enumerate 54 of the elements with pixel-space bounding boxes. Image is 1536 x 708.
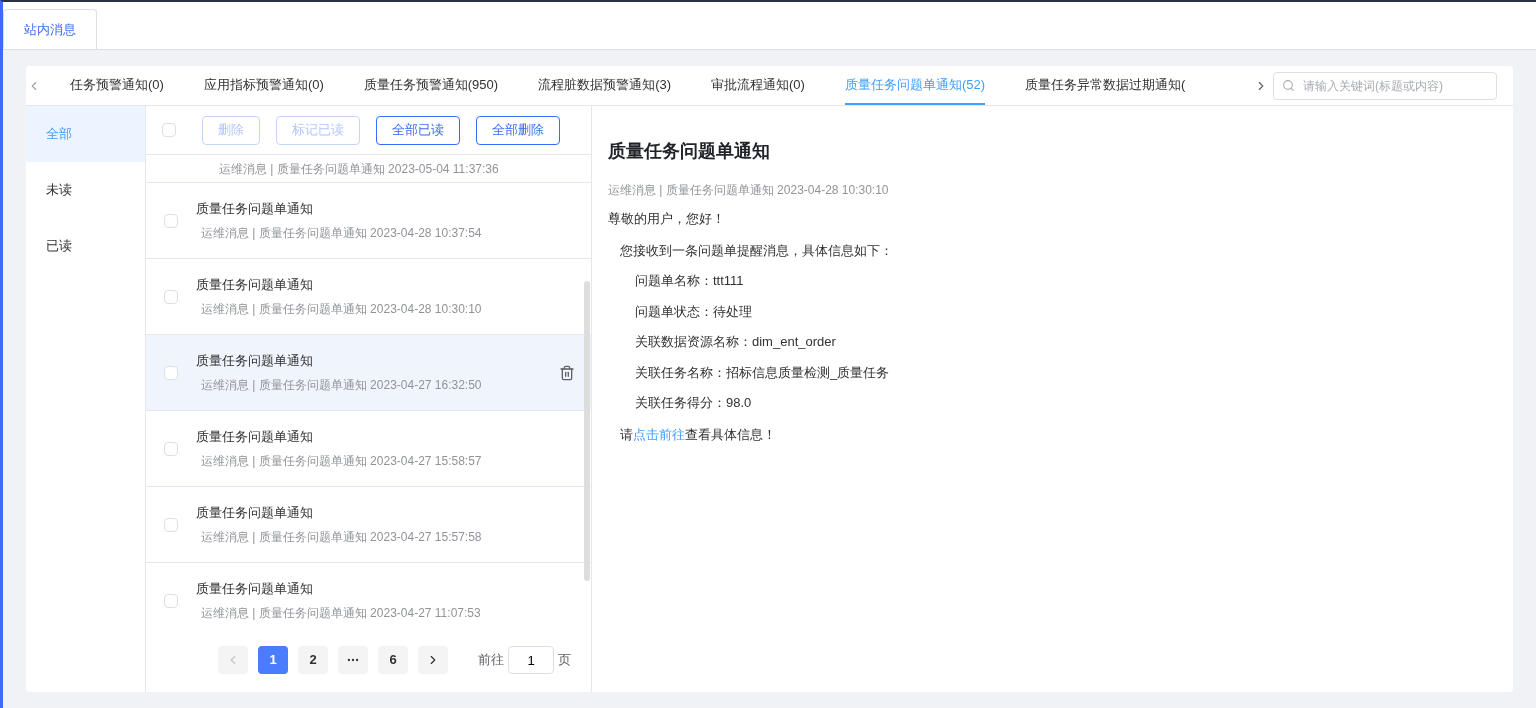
category-tab[interactable]: 质量任务异常数据过期通知( [1025,66,1186,105]
message-checkbox[interactable] [164,365,178,380]
search-icon [1282,78,1295,92]
message-meta: 运维消息 | 质量任务问题单通知 2023-04-27 15:58:57 [200,453,483,471]
detail-meta: 运维消息 | 质量任务问题单通知 2023-04-28 10:30:10 [608,182,890,199]
detail-title: 质量任务问题单通知 [608,140,771,163]
goto-label: 前往 [478,651,504,670]
category-tab[interactable]: 审批流程通知(0) [711,66,805,105]
message-title: 质量任务问题单通知 [196,199,314,218]
page-input[interactable]: 1 [508,646,554,674]
filter-item[interactable]: 未读 [26,162,145,218]
page-tab[interactable]: 站内消息 [3,9,97,49]
greeting-text: 尊敬的用户，您好！ [608,210,726,228]
detail-field: 关联任务名称：招标信息质量检测_质量任务 [608,362,1497,382]
message-title: 质量任务问题单通知 [196,503,314,522]
category-tab[interactable]: 应用指标预警通知(0) [203,66,324,105]
message-meta: 运维消息 | 质量任务问题单通知 2023-04-28 10:30:10 [200,301,483,319]
category-tab[interactable]: 任务预警通知(0) [70,66,164,105]
scrollbar-thumb[interactable] [584,281,590,581]
message-checkbox[interactable] [164,289,178,304]
message-row[interactable]: 质量任务问题单通知 运维消息 | 质量任务问题单通知 2023-04-27 16:32:50 [146,335,591,411]
delete-icon[interactable] [559,364,575,381]
filter-item[interactable]: 已读 [26,218,145,274]
message-title: 质量任务问题单通知 [196,427,314,446]
more-pages-button[interactable] [338,646,368,674]
page-button[interactable]: 1 [258,646,288,674]
intro-text: 您接收到一条问题单提醒消息，具体信息如下： [619,241,894,260]
search-field[interactable]: 请输入关键词(标题或内容) [1273,71,1497,100]
detail-field: 问题单名称：ttt111 [608,271,1497,291]
message-checkbox[interactable] [164,213,178,228]
detail-field: 问题单状态：待处理 [608,301,1497,321]
message-meta: 运维消息 | 质量任务问题单通知 2023-04-28 10:37:54 [200,225,483,243]
message-checkbox[interactable] [164,441,178,456]
page-button[interactable]: 2 [298,646,328,674]
message-title: 质量任务问题单通知 [196,275,314,294]
message-checkbox[interactable] [164,517,178,532]
page-button[interactable]: 6 [378,646,408,674]
message-meta: 运维消息 | 质量任务问题单通知 2023-05-04 11:37:36 [218,160,500,178]
message-meta: 运维消息 | 质量任务问题单通知 2023-04-27 11:07:53 [200,605,482,623]
closing-text: 请点击前往查看具体信息！ [619,425,777,444]
next-page-button[interactable] [418,646,448,674]
message-meta: 运维消息 | 质量任务问题单通知 2023-04-27 16:32:50 [200,377,483,395]
message-checkbox[interactable] [164,593,178,608]
detail-field: 关联数据资源名称：dim_ent_order [608,332,1497,352]
category-tab[interactable]: 流程脏数据预警通知(3) [538,66,672,105]
toolbar-button[interactable]: 全部已读 [376,115,460,145]
toolbar-button[interactable]: 全部删除 [476,115,560,145]
select-all-checkbox[interactable] [162,123,176,137]
message-title: 质量任务问题单通知 [196,351,314,370]
detail-field: 关联任务得分：98.0 [608,393,1497,413]
category-tab[interactable]: 质量任务预警通知(950) [363,66,499,105]
message-title: 质量任务问题单通知 [196,579,314,598]
message-meta: 运维消息 | 质量任务问题单通知 2023-04-27 15:57:58 [200,529,483,547]
page-suffix: 页 [558,651,571,670]
